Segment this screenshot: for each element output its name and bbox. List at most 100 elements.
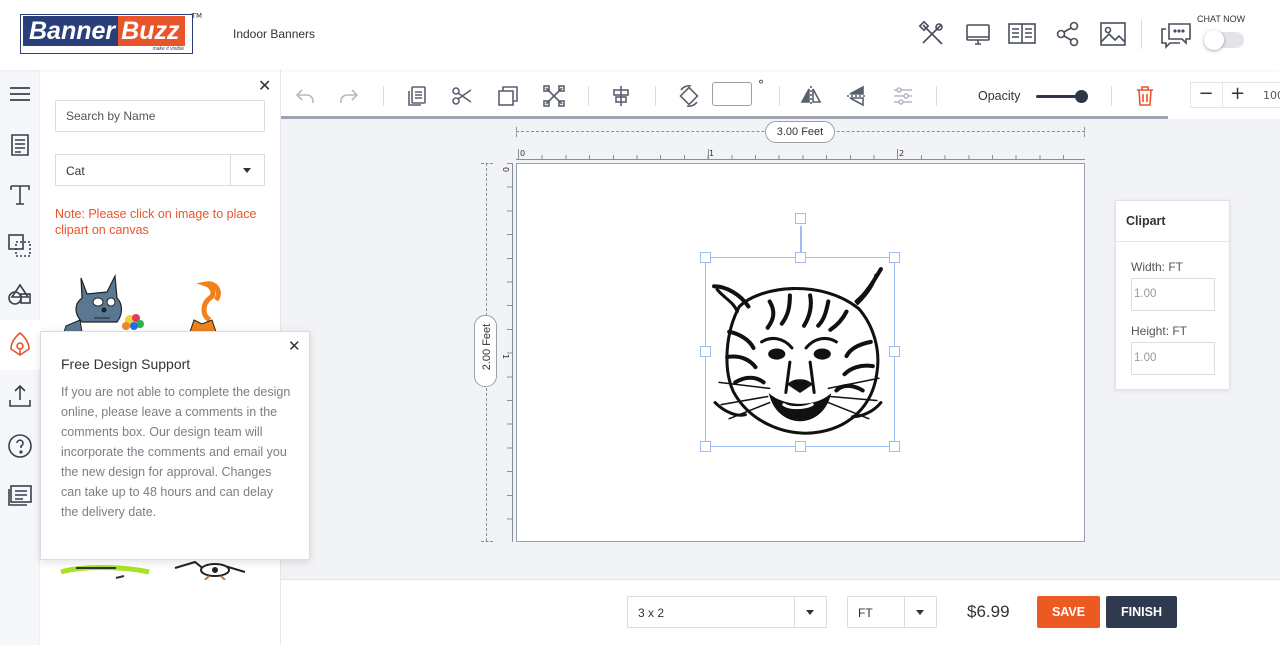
zoom-in-button[interactable]: + — [1222, 83, 1252, 107]
chevron-down-icon[interactable] — [230, 155, 264, 185]
menu-icon[interactable] — [6, 80, 34, 108]
comments-icon[interactable] — [6, 481, 34, 509]
width-field-label: Width: FT — [1131, 260, 1184, 274]
header: Banner Buzz make it visible TM Indoor Ban… — [0, 0, 1280, 70]
resize-handle[interactable] — [700, 346, 711, 357]
resize-handle[interactable] — [700, 441, 711, 452]
dimension-end — [1084, 127, 1085, 137]
opacity-label: Opacity — [978, 89, 1021, 103]
text-icon[interactable] — [6, 181, 34, 209]
align-icon[interactable] — [609, 84, 633, 108]
chat-now-label: CHAT NOW — [1197, 14, 1246, 24]
clipart-thumb-cat-1[interactable] — [56, 270, 156, 332]
rotate-icon[interactable] — [677, 84, 701, 108]
image-icon[interactable] — [1099, 20, 1127, 48]
height-field-label: Height: FT — [1131, 324, 1188, 338]
design-support-popup: Free Design Support ✕ If you are not abl… — [40, 331, 310, 560]
height-field[interactable]: 1.00 — [1131, 342, 1215, 375]
resize-handle[interactable] — [795, 252, 806, 263]
resize-handle[interactable] — [795, 441, 806, 452]
clipart-properties: Clipart Width: FT 1.00 Height: FT 1.00 — [1115, 200, 1230, 390]
chevron-down-icon[interactable] — [904, 597, 936, 627]
save-button[interactable]: SAVE — [1037, 596, 1100, 628]
toolbar-divider — [383, 86, 384, 106]
chat-toggle[interactable] — [1204, 30, 1244, 50]
upload-icon[interactable] — [6, 382, 34, 410]
flip-vertical-icon[interactable] — [845, 84, 869, 108]
bottom-bar: 3 x 2 FT $6.99 SAVE FINISH — [281, 579, 1280, 645]
delete-icon[interactable] — [1133, 84, 1157, 108]
toolbar-divider — [936, 86, 937, 106]
chat-icon[interactable] — [1160, 21, 1191, 49]
ruler-minor-ticks — [518, 155, 1087, 159]
share-icon[interactable] — [1054, 20, 1082, 48]
toolbar-divider — [1111, 86, 1112, 106]
adjust-icon[interactable] — [891, 84, 915, 108]
height-label-pill: 2.00 Feet — [474, 315, 497, 387]
undo-icon[interactable] — [293, 84, 317, 108]
crop-icon[interactable] — [542, 84, 566, 108]
duplicate-icon[interactable] — [496, 84, 520, 108]
logo-text-banner: Banner — [23, 16, 119, 46]
zoom-control: − + 100 — [1190, 82, 1280, 108]
price: $6.99 — [967, 602, 1010, 621]
rotation-input[interactable] — [712, 82, 752, 106]
ruler-label: 0 — [501, 166, 511, 173]
copy-icon[interactable] — [405, 84, 429, 108]
toggle-knob — [1204, 30, 1224, 50]
rotate-handle[interactable] — [795, 213, 806, 224]
selection-box[interactable] — [705, 257, 895, 447]
resize-handle[interactable] — [700, 252, 711, 263]
category-value: Cat — [66, 164, 85, 178]
ruler-horizontal — [516, 159, 1085, 160]
slider-handle[interactable] — [1075, 90, 1088, 103]
close-icon[interactable]: ✕ — [258, 76, 271, 95]
logo-trademark: TM — [191, 12, 202, 20]
ruler-vertical — [512, 163, 513, 542]
size-select[interactable]: 3 x 2 — [627, 596, 827, 628]
clipart-thumb-cat-2[interactable] — [180, 275, 240, 332]
opacity-slider[interactable] — [1036, 90, 1088, 103]
cut-icon[interactable] — [450, 84, 474, 108]
shapes-icon[interactable] — [6, 281, 34, 309]
width-label: 3.00 Feet — [765, 121, 835, 143]
category-select[interactable]: Cat — [55, 154, 265, 186]
dimension-end — [516, 127, 517, 137]
resize-handle[interactable] — [889, 346, 900, 357]
height-label: 2.00 Feet — [481, 323, 493, 371]
layers-icon[interactable] — [6, 231, 34, 259]
popup-body: If you are not able to complete the desi… — [61, 385, 291, 519]
clipart-icon[interactable] — [0, 320, 40, 370]
toolbar-divider — [655, 86, 656, 106]
toolbar-divider — [588, 86, 589, 106]
logo-text-buzz: Buzz — [118, 16, 186, 46]
close-icon[interactable]: ✕ — [288, 337, 301, 355]
toolbar-divider — [779, 86, 780, 106]
logo-tagline: make it visible — [152, 46, 184, 52]
dimension-end — [481, 541, 493, 542]
resize-handle[interactable] — [889, 441, 900, 452]
unit-value: FT — [858, 606, 873, 620]
brand-logo[interactable]: Banner Buzz make it visible TM — [20, 12, 202, 54]
zoom-out-button[interactable]: − — [1191, 83, 1221, 107]
width-field[interactable]: 1.00 — [1131, 278, 1215, 311]
ruler-label: 1 — [501, 353, 511, 360]
flip-horizontal-icon[interactable] — [799, 84, 823, 108]
left-rail — [0, 70, 40, 645]
template-icon[interactable] — [6, 131, 34, 159]
zoom-value: 100 — [1263, 89, 1280, 102]
redo-icon[interactable] — [337, 84, 361, 108]
page-title: Indoor Banners — [233, 27, 316, 41]
search-input[interactable]: Search by Name — [55, 100, 265, 132]
properties-title: Clipart — [1116, 201, 1229, 242]
unit-select[interactable]: FT — [847, 596, 937, 628]
instruction-note: Note: Please click on image to place cli… — [55, 207, 257, 237]
resize-handle[interactable] — [889, 252, 900, 263]
chevron-down-icon[interactable] — [794, 597, 826, 627]
finish-button[interactable]: FINISH — [1106, 596, 1177, 628]
book-icon[interactable] — [1008, 20, 1036, 48]
popup-title: Free Design Support — [61, 356, 191, 372]
monitor-icon[interactable] — [964, 20, 992, 48]
tools-icon[interactable] — [918, 20, 946, 48]
help-icon[interactable] — [6, 432, 34, 460]
